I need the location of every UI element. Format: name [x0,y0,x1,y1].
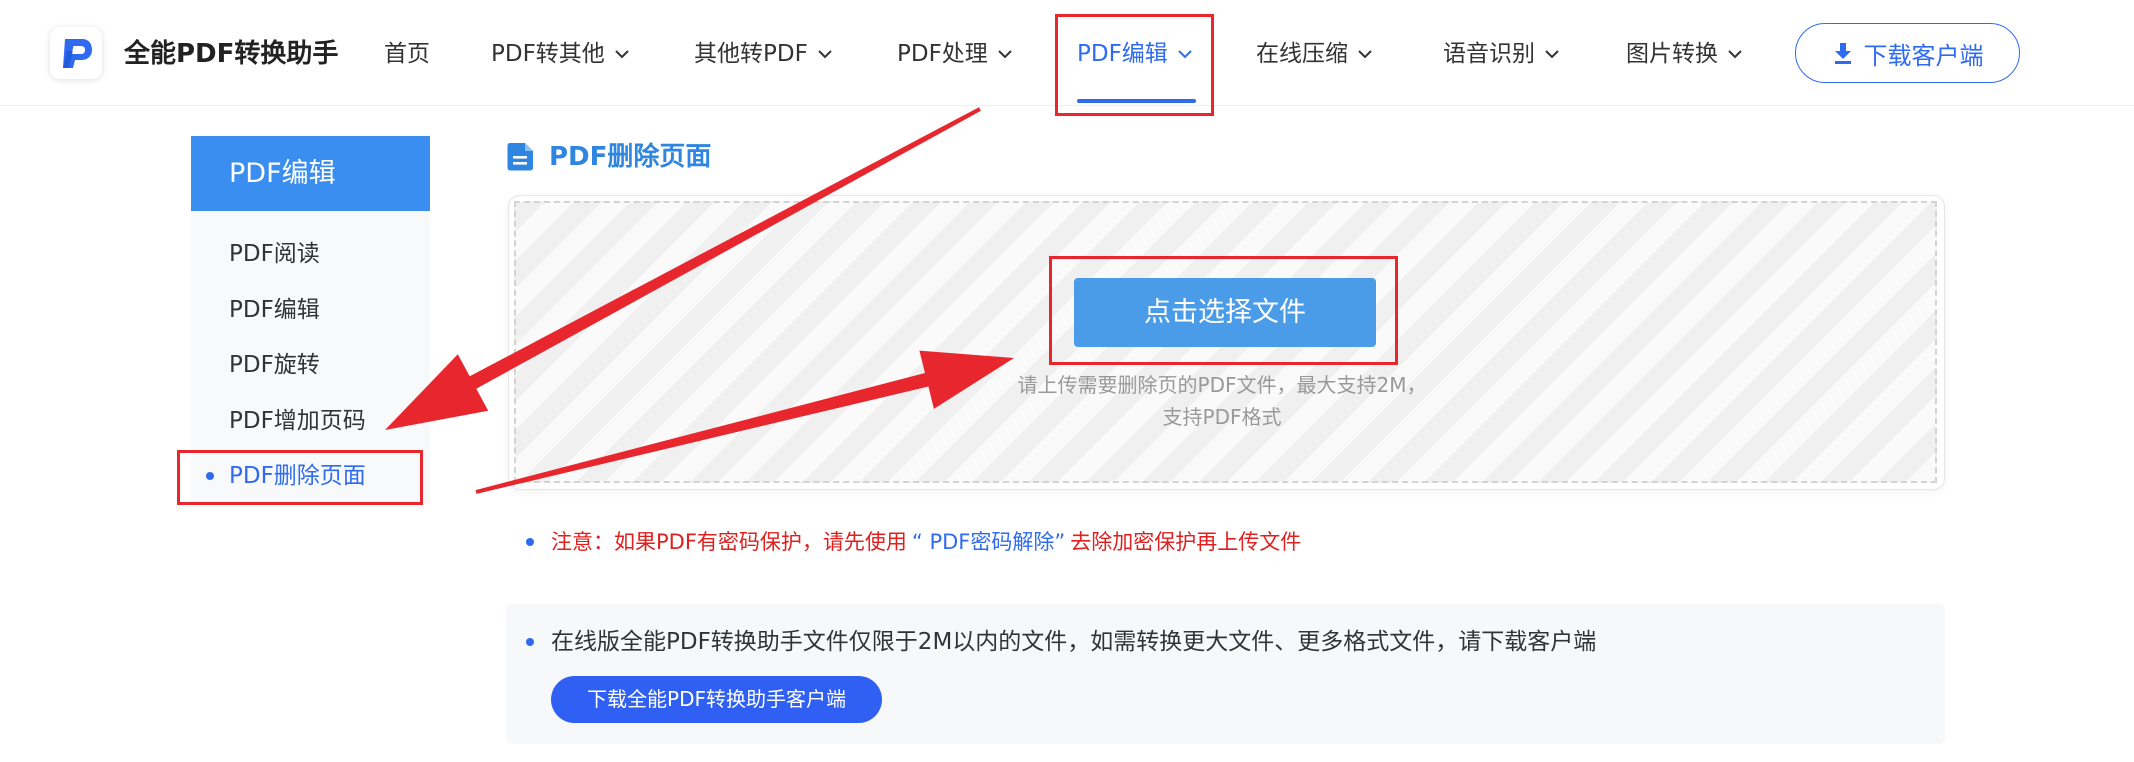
nav-item-label: 首页 [384,41,430,67]
annotation-box-sidebar-delete-pages [177,450,423,505]
nav-item-online-compress[interactable]: 在线压缩 [1256,38,1373,70]
chevron-down-icon [1545,50,1559,59]
nav-item-home[interactable]: 首页 [384,38,430,70]
download-client-label: 下载客户端 [1863,41,1984,70]
nav-item-label: PDF转其他 [491,41,605,67]
pdf-logo-icon[interactable] [50,27,102,79]
nav-item-label: PDF处理 [897,41,988,67]
chevron-down-icon [998,50,1012,59]
nav-item-label: 在线压缩 [1256,41,1348,67]
chevron-down-icon [1358,50,1372,59]
nav-item-label: 语音识别 [1443,41,1535,67]
nav-item-pdf-process[interactable]: PDF处理 [897,38,1013,70]
sidebar-title: PDF编辑 [191,136,430,211]
page-title: PDF删除页面 [549,142,712,172]
promo-text: 在线版全能PDF转换助手文件仅限于2M以内的文件，如需转换更大文件、更多格式文件… [551,629,1597,655]
annotation-box-nav-pdf-edit [1055,14,1214,116]
sidebar-item-pdf-read[interactable]: PDF阅读 [229,238,320,270]
download-client-button[interactable]: 下载客户端 [1795,23,2020,83]
upload-hint-line2: 支持PDF格式 [1162,405,1282,429]
download-full-client-button[interactable]: 下载全能PDF转换助手客户端 [551,676,882,723]
nav-item-label: 其他转PDF [694,41,808,67]
chevron-down-icon [1728,50,1742,59]
annotation-box-select-file [1049,256,1398,365]
nav-item-pdf-to-other[interactable]: PDF转其他 [491,38,630,70]
nav-item-label: 图片转换 [1626,41,1718,67]
chevron-down-icon [615,50,629,59]
chevron-down-icon [818,50,832,59]
download-icon [1834,43,1851,64]
sidebar-item-pdf-add-page-numbers[interactable]: PDF增加页码 [229,405,366,437]
notice-prefix: 注意：如果PDF有密码保护，请先使用 [551,530,907,554]
client-promo-box [506,604,1945,744]
nav-item-image-convert[interactable]: 图片转换 [1626,38,1743,70]
password-notice: 注意：如果PDF有密码保护，请先使用 “ PDF密码解除” 去除加密保护再上传文件 [551,527,1301,557]
nav-item-other-to-pdf[interactable]: 其他转PDF [694,38,833,70]
notice-bullet [526,538,534,546]
upload-hint-line1: 请上传需要删除页的PDF文件，最大支持2M， [1017,373,1427,397]
notice-suffix: 去除加密保护再上传文件 [1070,530,1302,554]
sidebar-item-pdf-edit[interactable]: PDF编辑 [229,294,320,326]
document-icon [507,143,533,171]
sidebar-item-pdf-rotate[interactable]: PDF旋转 [229,349,320,381]
pdf-password-remove-link[interactable]: “ PDF密码解除” [912,530,1065,554]
promo-bullet [526,638,534,646]
brand-name[interactable]: 全能PDF转换助手 [124,36,338,72]
nav-item-speech-recognition[interactable]: 语音识别 [1443,38,1560,70]
